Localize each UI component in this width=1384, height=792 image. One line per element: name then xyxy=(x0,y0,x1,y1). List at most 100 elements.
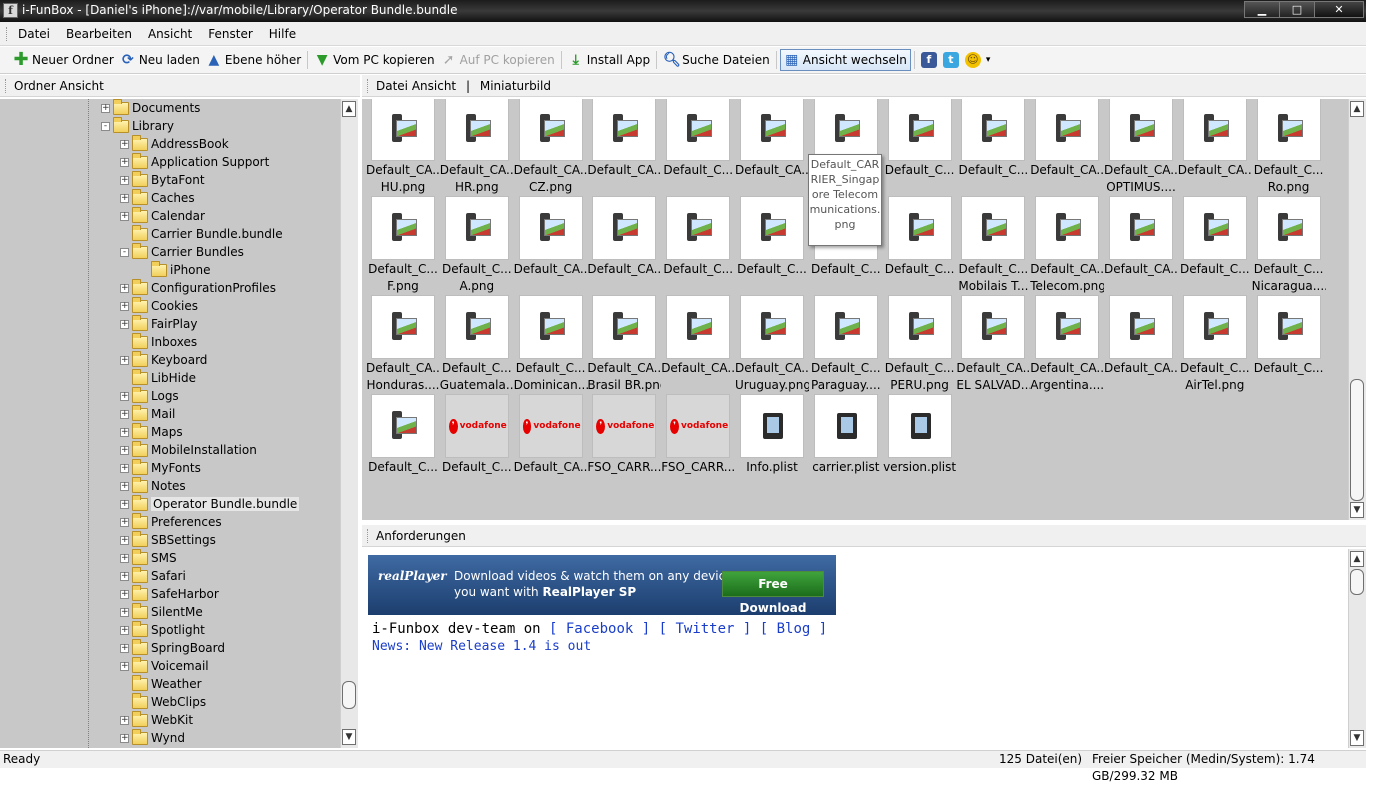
minimize-button[interactable]: ▁ xyxy=(1244,1,1280,18)
tree-node[interactable]: + Operator Bundle.bundle xyxy=(120,494,300,513)
tree-node[interactable]: + SpringBoard xyxy=(120,638,225,657)
scroll-down-arrow[interactable]: ▼ xyxy=(1350,730,1364,746)
expand-icon[interactable]: + xyxy=(120,499,129,509)
tree-node[interactable]: + SafeHarbor xyxy=(120,584,219,603)
tree-node[interactable]: + Calendar xyxy=(120,206,205,225)
file-item[interactable]: Default_C... A.png xyxy=(440,196,514,294)
tree-node[interactable]: + Application Support xyxy=(120,152,269,171)
toolbar-overflow-button[interactable]: ▾ xyxy=(984,49,993,71)
switch-view-button[interactable]: ▦ Ansicht wechseln xyxy=(779,49,911,71)
new-folder-button[interactable]: ✚ Neuer Ordner xyxy=(10,49,117,71)
file-view-title[interactable]: Datei Ansicht xyxy=(376,79,456,93)
expand-icon[interactable]: + xyxy=(120,571,129,581)
tree-node[interactable]: + ConfigurationProfiles xyxy=(120,278,276,297)
expand-icon[interactable]: + xyxy=(120,535,129,545)
tree-node[interactable]: + SilentMe xyxy=(120,602,203,621)
expand-icon[interactable]: + xyxy=(120,301,129,311)
menu-fenster[interactable]: Fenster xyxy=(208,27,261,41)
expand-icon[interactable]: + xyxy=(120,391,129,401)
tree-node[interactable]: + Keyboard xyxy=(120,350,207,369)
scroll-up-arrow[interactable]: ▲ xyxy=(1350,101,1364,117)
tree-node[interactable]: + MyFonts xyxy=(120,458,201,477)
news-link[interactable]: News: New Release 1.4 is out xyxy=(372,639,591,654)
file-item[interactable]: Default_CA... Argentina.... xyxy=(1030,295,1104,393)
facebook-link[interactable]: [ Facebook ] xyxy=(549,621,650,637)
tree-node[interactable]: iPhone xyxy=(139,260,211,279)
expand-icon[interactable]: + xyxy=(120,445,129,455)
tree-node[interactable]: + Documents xyxy=(101,99,200,117)
file-item[interactable]: Default_CA... xyxy=(661,295,735,393)
tree-node[interactable]: + Maps xyxy=(120,422,183,441)
file-item[interactable]: Default_C... xyxy=(735,196,809,294)
expand-icon[interactable]: + xyxy=(120,517,129,527)
copy-to-pc-button[interactable]: ➚ Auf PC kopieren xyxy=(438,49,558,71)
scroll-thumb[interactable] xyxy=(1350,379,1364,501)
expand-icon[interactable]: + xyxy=(120,283,129,293)
file-item[interactable]: version.plist xyxy=(883,394,957,492)
scroll-thumb[interactable] xyxy=(1350,569,1364,595)
file-item[interactable]: carrier.plist xyxy=(809,394,883,492)
file-item[interactable]: Default_C... xyxy=(1252,295,1326,393)
file-item[interactable]: Default_CA... xyxy=(514,196,588,294)
smiley-icon[interactable]: ☺ xyxy=(964,52,981,68)
install-app-button[interactable]: ⤓ Install App xyxy=(565,49,653,71)
expand-icon[interactable]: + xyxy=(120,157,129,167)
tree-node[interactable]: + Preferences xyxy=(120,512,222,531)
menu-bearbeiten[interactable]: Bearbeiten xyxy=(66,27,140,41)
file-item[interactable]: Default_CA... EL SALVAD... xyxy=(956,295,1030,393)
file-item[interactable]: Default_CA... OPTIMUS.... xyxy=(1104,99,1178,195)
expand-icon[interactable]: + xyxy=(120,427,129,437)
scroll-up-arrow[interactable]: ▲ xyxy=(1350,551,1364,567)
tree-node[interactable]: + Mail xyxy=(120,404,175,423)
tree-node[interactable]: + Voicemail xyxy=(120,656,209,675)
file-item[interactable]: Default_CA... xyxy=(735,99,809,195)
tree-node[interactable]: + Cookies xyxy=(120,296,198,315)
file-item[interactable]: Default_CA... xyxy=(1104,295,1178,393)
file-item[interactable]: Default_C... xyxy=(883,196,957,294)
tree-node[interactable]: LibHide xyxy=(120,368,196,387)
file-item[interactable]: Default_C... xyxy=(661,196,735,294)
file-item[interactable]: Default_C... xyxy=(661,99,735,195)
tree-node[interactable]: + Caches xyxy=(120,188,195,207)
file-item[interactable]: Default_C... Nicaragua.... xyxy=(1252,196,1326,294)
requests-scrollbar[interactable]: ▲ ▼ xyxy=(1348,549,1366,748)
tree-node[interactable]: + MobileInstallation xyxy=(120,440,257,459)
tree-node[interactable]: - Library xyxy=(101,116,174,135)
file-item[interactable]: Default_C... xyxy=(366,394,440,492)
file-item[interactable]: Default_C... xyxy=(956,99,1030,195)
reload-button[interactable]: ⟳ Neu laden xyxy=(117,49,203,71)
file-item[interactable]: Default_C... xyxy=(1178,196,1252,294)
tree-node[interactable]: + WebKit xyxy=(120,710,193,729)
expand-icon[interactable]: + xyxy=(120,733,129,743)
expand-icon[interactable]: + xyxy=(101,103,110,113)
menu-ansicht[interactable]: Ansicht xyxy=(148,27,200,41)
twitter-icon[interactable]: t xyxy=(942,52,959,68)
menu-datei[interactable]: Datei xyxy=(18,27,58,41)
file-item[interactable]: Default_C... Mobilais T... xyxy=(956,196,1030,294)
file-item[interactable]: Default_CA... CZ.png xyxy=(514,99,588,195)
expand-icon[interactable]: + xyxy=(120,643,129,653)
collapse-icon[interactable]: - xyxy=(120,247,129,257)
file-item[interactable]: Default_C... F.png xyxy=(366,196,440,294)
expand-icon[interactable]: + xyxy=(120,409,129,419)
tree-node[interactable]: + Safari xyxy=(120,566,186,585)
tree-node[interactable]: + Wynd xyxy=(120,728,185,747)
file-item[interactable]: Default_CA... Uruguay.png xyxy=(735,295,809,393)
file-item[interactable]: Default_C... Ro.png xyxy=(1252,99,1326,195)
file-grid-scrollbar[interactable]: ▲ ▼ xyxy=(1348,99,1366,520)
file-item[interactable]: Default_C... PERU.png xyxy=(883,295,957,393)
maximize-button[interactable]: □ xyxy=(1279,1,1315,18)
file-item[interactable]: Default_C... AirTel.png xyxy=(1178,295,1252,393)
file-item[interactable]: Default_C... Paraguay.... xyxy=(809,295,883,393)
facebook-icon[interactable]: f xyxy=(920,52,937,68)
expand-icon[interactable]: + xyxy=(120,355,129,365)
expand-icon[interactable]: + xyxy=(120,211,129,221)
expand-icon[interactable]: + xyxy=(120,481,129,491)
expand-icon[interactable]: + xyxy=(120,463,129,473)
up-level-button[interactable]: ▲ Ebene höher xyxy=(203,49,304,71)
tree-node[interactable]: + BytaFont xyxy=(120,170,205,189)
file-item[interactable]: ❜ vodafone FSO_CARR... xyxy=(661,394,735,492)
tree-node[interactable]: + FairPlay xyxy=(120,314,197,333)
expand-icon[interactable]: + xyxy=(120,715,129,725)
folder-tree-scrollbar[interactable]: ▲ ▼ xyxy=(340,99,358,748)
